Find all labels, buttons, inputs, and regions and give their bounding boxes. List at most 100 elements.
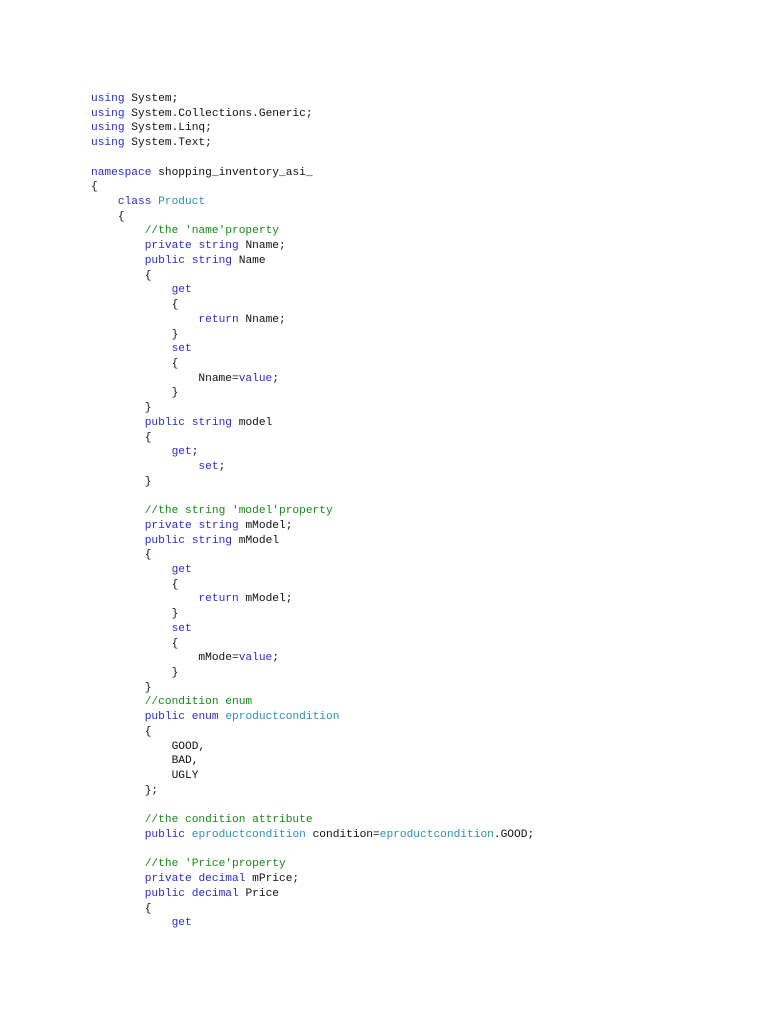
code-keyword: string xyxy=(191,534,233,547)
code-text: shopping_inventory_asi_ xyxy=(151,166,313,179)
code-line: { xyxy=(91,725,751,740)
code-keyword: public xyxy=(144,828,186,841)
code-keyword: public xyxy=(144,534,186,547)
code-keyword: using xyxy=(91,137,125,150)
code-text: System.Collections.Generic; xyxy=(124,107,313,120)
code-text: { xyxy=(91,431,152,444)
code-keyword: enum xyxy=(191,711,219,724)
code-line: set; xyxy=(91,460,751,475)
code-comment: //the condition attribute xyxy=(144,814,313,827)
code-line: { xyxy=(91,548,751,563)
code-line: } xyxy=(91,328,751,343)
code-line: set xyxy=(91,622,751,637)
code-line: { xyxy=(91,902,751,917)
code-text: Nname= xyxy=(91,372,239,385)
code-line: { xyxy=(91,637,751,652)
code-line: public string mModel xyxy=(91,534,751,549)
code-keyword: set xyxy=(171,343,192,356)
code-line: private decimal mPrice; xyxy=(91,872,751,887)
code-keyword: public xyxy=(144,887,186,900)
code-listing: using System; using System.Collections.Ge… xyxy=(91,92,751,931)
code-text: ; xyxy=(191,446,199,459)
code-keyword: get xyxy=(171,446,192,459)
code-keyword: namespace xyxy=(91,166,152,179)
code-line: namespace shopping_inventory_asi_ xyxy=(91,166,751,181)
code-keyword: using xyxy=(91,93,125,105)
code-text: Price xyxy=(238,887,280,900)
code-text: { xyxy=(91,181,98,194)
code-line: public string Name xyxy=(91,254,751,269)
code-keyword: public xyxy=(144,711,186,724)
code-line: public string model xyxy=(91,416,751,431)
code-line: } xyxy=(91,666,751,681)
code-text: .GOOD; xyxy=(493,828,535,841)
code-line: get; xyxy=(91,445,751,460)
code-text: BAD, xyxy=(91,755,199,768)
code-line: } xyxy=(91,607,751,622)
code-line: private string mModel; xyxy=(91,519,751,534)
code-keyword: set xyxy=(171,622,192,635)
code-line: { xyxy=(91,210,751,225)
code-line: { xyxy=(91,431,751,446)
code-line: public decimal Price xyxy=(91,887,751,902)
code-text: { xyxy=(91,357,179,370)
code-keyword: get xyxy=(171,284,192,297)
code-text: mModel; xyxy=(238,593,293,606)
code-text: System.Linq; xyxy=(124,122,212,135)
code-text: GOOD, xyxy=(91,740,206,753)
code-line: UGLY xyxy=(91,769,751,784)
code-text: } xyxy=(91,667,179,680)
code-keyword: using xyxy=(91,107,125,120)
code-text: } xyxy=(91,475,152,488)
code-line: using System.Text; xyxy=(91,136,751,151)
code-keyword: get xyxy=(171,564,192,576)
code-keyword: string xyxy=(191,416,233,429)
code-line: { xyxy=(91,269,751,284)
code-line: public enum eproductcondition xyxy=(91,710,751,725)
code-line: } xyxy=(91,401,751,416)
code-keyword: using xyxy=(91,122,125,135)
code-text: condition= xyxy=(305,828,380,841)
code-text: { xyxy=(91,902,152,915)
code-keyword: set xyxy=(198,460,219,473)
code-line: public eproductcondition condition=eprod… xyxy=(91,828,751,843)
code-line: //the condition attribute xyxy=(91,813,751,828)
code-text: } xyxy=(91,608,179,621)
code-line: { xyxy=(91,298,751,313)
code-keyword: private xyxy=(144,240,192,253)
code-line: class Product xyxy=(91,195,751,210)
code-type-name: eproductcondition xyxy=(379,828,494,841)
code-line: private string Nname; xyxy=(91,239,751,254)
code-text: mModel xyxy=(232,534,280,547)
code-text: mModel; xyxy=(238,519,293,532)
code-text: { xyxy=(91,269,152,282)
code-text: { xyxy=(91,637,179,650)
code-line: Nname=value; xyxy=(91,372,751,387)
code-line: return mModel; xyxy=(91,592,751,607)
code-text: mPrice; xyxy=(245,873,300,886)
code-text: } xyxy=(91,402,152,415)
code-text: { xyxy=(91,549,152,562)
code-keyword: public xyxy=(144,416,186,429)
code-line: //the 'Price'property xyxy=(91,857,751,872)
code-line: using System.Collections.Generic; xyxy=(91,107,751,122)
